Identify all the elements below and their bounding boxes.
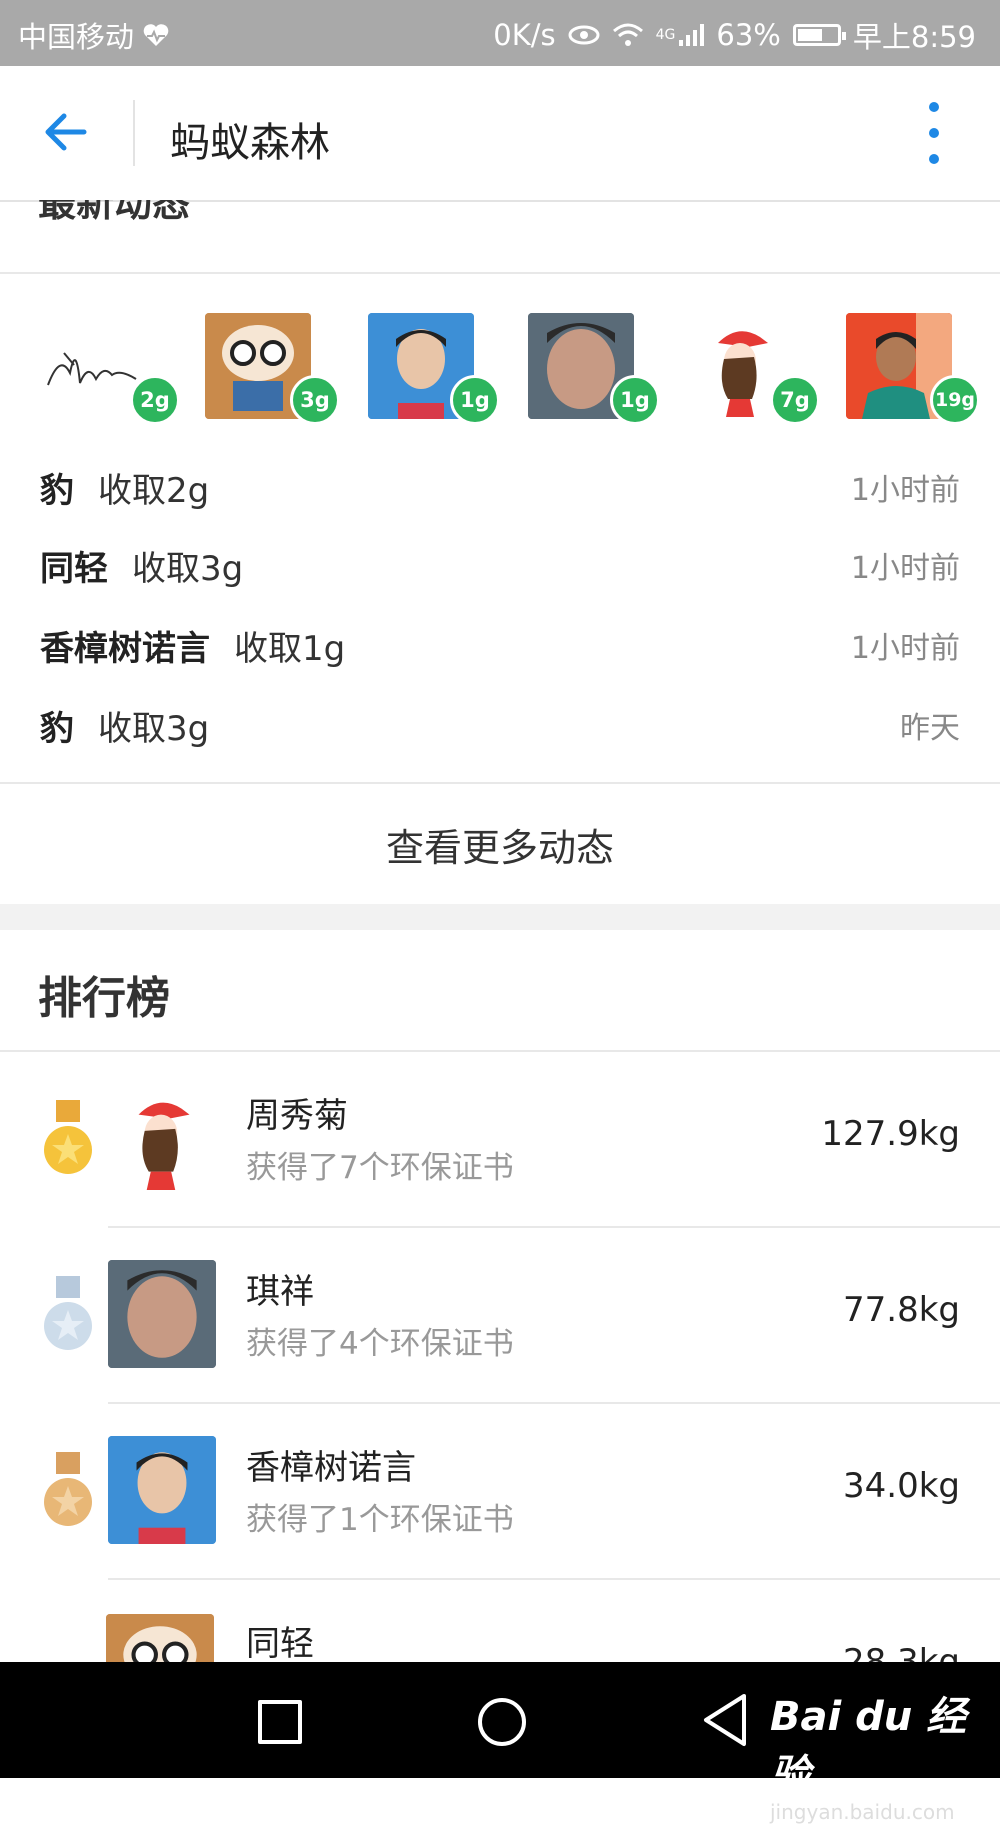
feed-item[interactable]: 豹 收取2g 1小时前 — [40, 462, 960, 512]
ranking-title: 排行榜 — [38, 973, 170, 1024]
network-type: 4G — [655, 27, 676, 43]
more-options-icon[interactable] — [922, 102, 946, 164]
feed-user-name: 豹 — [40, 470, 74, 511]
recent-section-title: 最新动态 — [38, 200, 191, 225]
gold-medal-icon — [44, 1100, 92, 1174]
view-more-feed-button[interactable]: 查看更多动态 — [0, 784, 1000, 904]
ranking-value: 34.0kg — [843, 1466, 960, 1506]
battery-icon — [792, 24, 846, 46]
energy-badge: 1g — [610, 375, 660, 425]
page-title: 蚂蚁森林 — [170, 120, 330, 166]
energy-badge: 7g — [770, 375, 820, 425]
divider — [0, 272, 1000, 274]
recent-apps-icon[interactable] — [258, 1700, 302, 1744]
back-arrow-icon[interactable] — [40, 106, 92, 158]
watermark-brand: Bai du 经验 — [770, 1694, 967, 1798]
feed-item[interactable]: 香樟树诺言 收取1g 1小时前 — [40, 620, 960, 670]
ranking-name: 琪祥 — [246, 1272, 314, 1312]
app-bar: 蚂蚁森林 — [0, 66, 1000, 202]
feed-item[interactable]: 同轻 收取3g 1小时前 — [40, 540, 960, 590]
status-right: 0K/s 4G 63% 早上8:59 — [493, 14, 976, 56]
system-nav-bar: Bai du 经验 jingyan.baidu.com — [0, 1662, 1000, 1824]
feed-action: 收取1g — [234, 628, 346, 669]
feed-user-name: 香樟树诺言 — [40, 628, 210, 669]
ranking-value: 127.9kg — [821, 1114, 960, 1154]
feed-action: 收取3g — [132, 548, 244, 589]
ranking-subtitle: 获得了1个环保证书 — [246, 1502, 514, 1538]
eye-icon — [568, 25, 600, 45]
network-speed: 0K/s — [493, 18, 556, 52]
ranking-row[interactable]: 周秀菊 获得了7个环保证书 127.9kg — [0, 1052, 1000, 1228]
feed-time: 昨天 — [900, 711, 960, 746]
energy-badge: 3g — [290, 375, 340, 425]
ranking-subtitle: 获得了4个环保证书 — [246, 1326, 514, 1362]
ranking-value: 77.8kg — [843, 1290, 960, 1330]
ranking-name: 香樟树诺言 — [246, 1448, 416, 1488]
clock: 早上8:59 — [852, 20, 976, 54]
battery-percent: 63% — [716, 18, 781, 52]
silver-medal-icon — [44, 1276, 92, 1350]
ranking-name: 同轻 — [246, 1624, 314, 1664]
heart-icon — [143, 24, 169, 46]
back-triangle-icon[interactable] — [700, 1692, 750, 1748]
carrier-label: 中国移动 — [18, 20, 135, 54]
feed-action: 收取3g — [98, 708, 210, 749]
feed-item[interactable]: 豹 收取3g 昨天 — [40, 700, 960, 750]
feed-user-name: 豹 — [40, 708, 74, 749]
energy-badge: 19g — [930, 375, 980, 425]
feed-action: 收取2g — [98, 470, 210, 511]
feed-user-name: 同轻 — [40, 548, 108, 589]
watermark-url: jingyan.baidu.com — [770, 1800, 955, 1824]
feed-time: 1小时前 — [850, 551, 960, 586]
cartoon-girl-avatar — [108, 1084, 216, 1192]
baidu-watermark: Bai du 经验 jingyan.baidu.com — [770, 1684, 1000, 1824]
energy-badge: 1g — [450, 375, 500, 425]
portrait-glasses-avatar — [108, 1436, 216, 1544]
status-left: 中国移动 — [18, 14, 170, 56]
app-bar-divider — [133, 100, 135, 166]
ranking-row[interactable]: 琪祥 获得了4个环保证书 77.8kg — [0, 1228, 1000, 1404]
status-bar: 中国移动 0K/s 4G 63% 早上8:59 — [0, 0, 1000, 66]
bronze-medal-icon — [44, 1452, 92, 1526]
ranking-row[interactable]: 香樟树诺言 获得了1个环保证书 34.0kg — [0, 1404, 1000, 1580]
home-icon[interactable] — [478, 1698, 526, 1746]
feed-time: 1小时前 — [850, 473, 960, 508]
energy-badge: 2g — [130, 375, 180, 425]
portrait-boy-avatar — [108, 1260, 216, 1368]
signal-icon — [679, 24, 705, 46]
ranking-subtitle: 获得了7个环保证书 — [246, 1150, 514, 1186]
feed-time: 1小时前 — [850, 631, 960, 666]
ranking-name: 周秀菊 — [246, 1096, 348, 1136]
section-gap — [0, 904, 1000, 930]
wifi-icon — [612, 23, 643, 46]
